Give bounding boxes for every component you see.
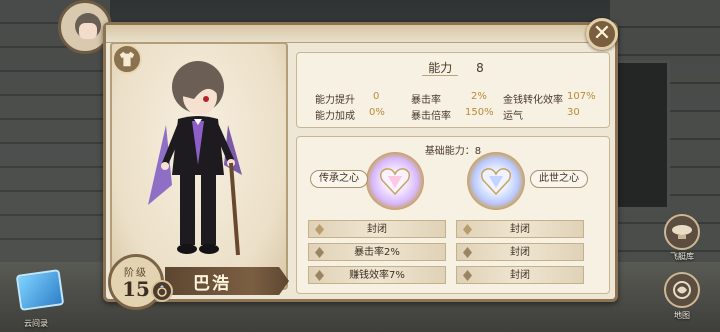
background-door <box>610 60 670 210</box>
map-icon <box>673 281 691 299</box>
base-ability-title: 基础能力：8 <box>424 146 482 157</box>
this-world-heart-label[interactable]: 此世之心 <box>530 170 588 188</box>
airship-button[interactable] <box>664 214 700 250</box>
slot-gem-icon <box>315 224 324 235</box>
map-button[interactable] <box>664 272 700 308</box>
character-avatar <box>148 61 242 256</box>
ability-title-label: 能力 <box>422 61 459 76</box>
ring-icon[interactable] <box>151 280 173 302</box>
stat-crit-rate: 暴击率 2% <box>411 91 487 106</box>
ability-title-value: 8 <box>476 61 484 75</box>
right-slot-2[interactable]: 封闭 <box>456 243 584 261</box>
close-button[interactable]: ✕ <box>586 18 618 50</box>
character-name: 巴浩 <box>193 273 231 294</box>
map-label: 地图 <box>674 311 690 320</box>
shirt-icon <box>119 51 135 67</box>
character-name-plate: 巴浩 <box>165 267 289 295</box>
inheritance-heart-label[interactable]: 传承之心 <box>310 170 368 188</box>
slot-gem-icon <box>315 270 324 281</box>
this-world-heart[interactable] <box>467 152 525 210</box>
stat-luck: 运气 30 <box>503 107 580 122</box>
stat-ability-boost: 能力提升 0 <box>315 91 380 106</box>
ability-title: 能力 8 <box>297 59 609 76</box>
close-icon: ✕ <box>592 21 612 46</box>
slot-gem-icon <box>315 247 324 258</box>
slot-gem-icon <box>463 247 472 258</box>
right-slot-3[interactable]: 封闭 <box>456 266 584 284</box>
ability-stats-box: 能力 8 能力提升 0 暴击率 2% 金钱转化效率 107% 能力加成 0% 暴… <box>296 52 610 128</box>
cloud-record-label: 云间录 <box>24 319 48 328</box>
airship-label: 飞艇库 <box>670 252 694 261</box>
slot-gem-icon <box>463 270 472 281</box>
inheritance-heart[interactable] <box>366 152 424 210</box>
stat-money-efficiency: 金钱转化效率 107% <box>503 91 596 106</box>
right-slot-1[interactable]: 封闭 <box>456 220 584 238</box>
slot-gem-icon <box>463 224 472 235</box>
panel-header-strip <box>106 25 615 43</box>
stat-ability-bonus: 能力加成 0% <box>315 107 385 122</box>
stat-crit-multiplier: 暴击倍率 150% <box>411 107 494 122</box>
left-slot-1[interactable]: 封闭 <box>308 220 446 238</box>
cloud-record-icon[interactable] <box>15 269 65 311</box>
heart-gem-icon <box>480 168 512 196</box>
left-slot-2[interactable]: 暴击率2% <box>308 243 446 261</box>
heart-gem-icon <box>379 168 411 196</box>
airship-icon <box>672 225 692 239</box>
left-slot-3[interactable]: 赚钱效率7% <box>308 266 446 284</box>
